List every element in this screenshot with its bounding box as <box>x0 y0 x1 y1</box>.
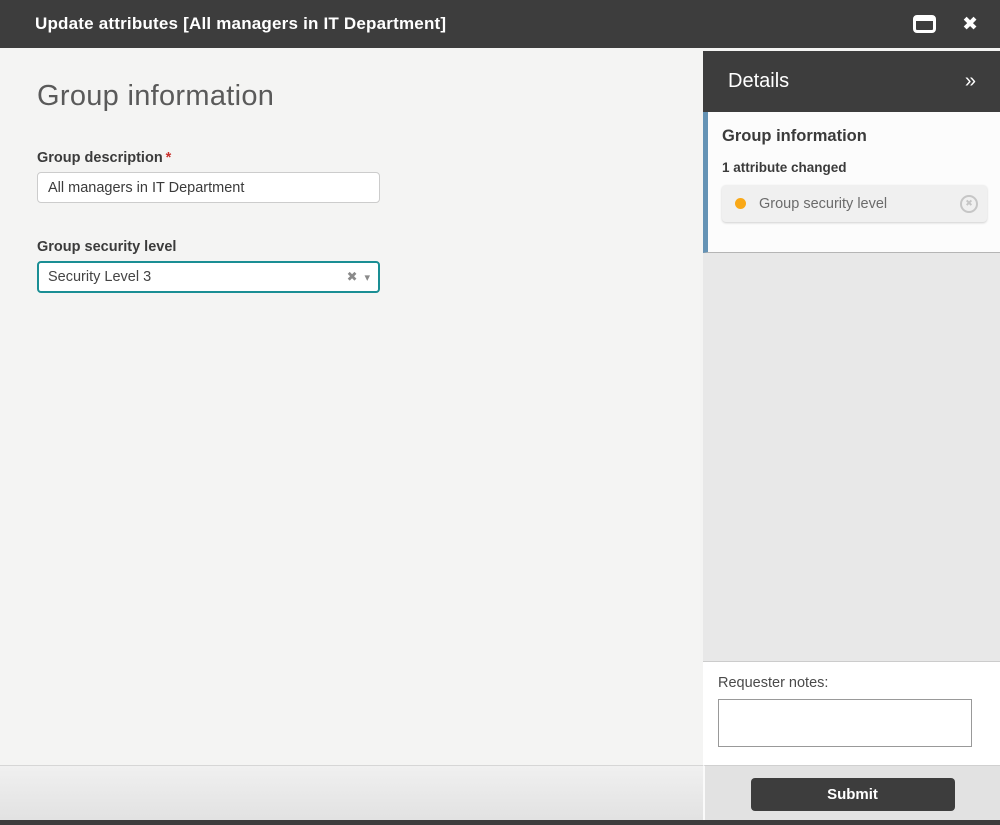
form-content: Group information Group description* Gro… <box>0 48 703 765</box>
titlebar-actions: ✖ <box>913 15 1000 34</box>
page-title: Group information <box>37 80 275 112</box>
bottom-edge-bar <box>0 820 1000 825</box>
changes-section: Group information 1 attribute changed Gr… <box>703 112 1000 253</box>
submit-footer-bar: Submit <box>703 765 1000 820</box>
dialog-titlebar: Update attributes [All managers in IT De… <box>0 0 1000 48</box>
close-icon[interactable]: ✖ <box>962 15 978 34</box>
details-panel-filler <box>703 253 1000 662</box>
submit-button[interactable]: Submit <box>750 778 955 811</box>
chevron-down-icon[interactable]: ▾ <box>364 271 370 284</box>
changed-status-dot-icon <box>735 198 746 209</box>
maximize-icon[interactable] <box>913 15 937 33</box>
changed-attribute-item[interactable]: Group security level ✖ <box>722 185 987 222</box>
form-panel: Group information Group description* Gro… <box>0 48 703 820</box>
group-description-field-group: Group description * <box>37 150 703 203</box>
group-description-label-text: Group description <box>37 150 163 166</box>
collapse-panel-icon[interactable]: » <box>965 70 976 93</box>
changes-section-title: Group information <box>722 127 867 145</box>
requester-notes-input[interactable] <box>718 699 972 747</box>
changed-attribute-label: Group security level <box>759 195 888 212</box>
details-title: Details <box>728 70 790 92</box>
required-asterisk: * <box>165 150 172 166</box>
group-security-level-dropdown[interactable]: Security Level 3 ✖ ▾ <box>37 261 380 293</box>
requester-notes-section: Requester notes: <box>703 662 1000 765</box>
group-security-level-field-group: Group security level Security Level 3 ✖ … <box>37 239 703 293</box>
dropdown-selected-value: Security Level 3 <box>48 269 152 285</box>
form-footer-bar <box>0 765 703 820</box>
update-attributes-dialog: Update attributes [All managers in IT De… <box>0 0 1000 825</box>
details-header: Details » <box>703 51 1000 112</box>
group-security-level-label: Group security level <box>37 239 177 255</box>
group-description-input[interactable] <box>37 172 380 203</box>
details-panel: Details » Group information 1 attribute … <box>703 48 1000 820</box>
group-description-label: Group description * <box>37 150 703 166</box>
dialog-body: Group information Group description* Gro… <box>0 48 1000 820</box>
dialog-title: Update attributes [All managers in IT De… <box>35 14 447 33</box>
changes-summary: 1 attribute changed <box>722 160 847 175</box>
clear-selection-icon[interactable]: ✖ <box>347 269 358 285</box>
requester-notes-label: Requester notes: <box>718 675 829 691</box>
revert-change-icon[interactable]: ✖ <box>960 194 978 213</box>
